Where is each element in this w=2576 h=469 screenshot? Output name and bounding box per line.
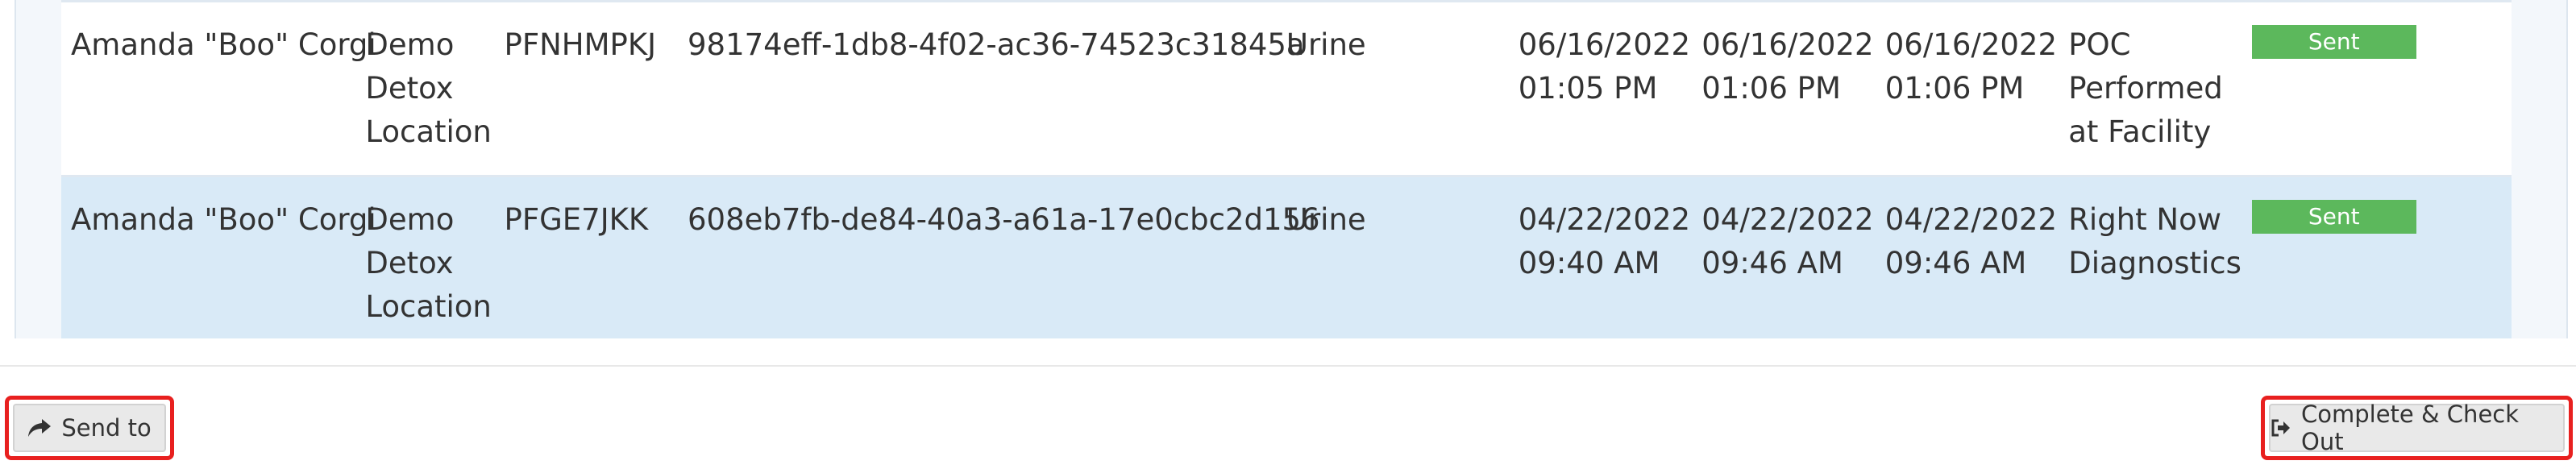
collected-date: 04/22/2022 09:40 AM xyxy=(1518,202,1691,280)
order-id: 98174eff-1db8-4f02-ac36-74523c31845a xyxy=(688,27,1305,62)
order-code: PFGE7JKK xyxy=(504,202,649,237)
specimen-type: Urine xyxy=(1286,202,1366,237)
send-to-highlight: Send to xyxy=(5,396,174,460)
status-cell: Sent xyxy=(2242,176,2512,339)
complete-checkout-label: Complete & Check Out xyxy=(2301,401,2520,455)
table-row[interactable]: Amanda "Boo" Corgi Demo Detox Location PFN… xyxy=(61,1,2512,176)
location-cell: Demo Detox Location xyxy=(365,202,492,324)
sent-date: 06/16/2022 01:06 PM xyxy=(1884,27,2057,106)
status-badge: Sent xyxy=(2251,25,2416,59)
send-to-button[interactable]: Send to xyxy=(13,404,166,452)
sent-date: 04/22/2022 09:46 AM xyxy=(1884,202,2057,280)
patient-name: Amanda "Boo" Corgi xyxy=(71,202,376,237)
status-cell: Sent xyxy=(2242,2,2512,176)
sign-out-icon xyxy=(2271,418,2291,438)
send-to-label: Send to xyxy=(61,414,152,442)
order-id: 608eb7fb-de84-40a3-a61a-17e0cbc2d156 xyxy=(688,202,1320,237)
lab-name: POC Performed at Facility xyxy=(2068,27,2223,149)
complete-checkout-highlight: Complete & Check Out xyxy=(2261,396,2573,460)
results-table: Amanda "Boo" Corgi Demo Detox Location PFN… xyxy=(61,0,2512,338)
results-panel: Amanda "Boo" Corgi Demo Detox Location PFN… xyxy=(15,0,2568,338)
collected-date: 06/16/2022 01:05 PM xyxy=(1518,27,1691,106)
created-date: 04/22/2022 09:46 AM xyxy=(1701,202,1874,280)
complete-checkout-button[interactable]: Complete & Check Out xyxy=(2269,401,2565,455)
location-cell: Demo Detox Location xyxy=(365,27,492,149)
patient-name: Amanda "Boo" Corgi xyxy=(71,27,376,62)
share-arrow-icon xyxy=(27,417,52,438)
lab-name: Right Now Diagnostics xyxy=(2068,202,2242,280)
specimen-type: Urine xyxy=(1286,27,1366,62)
status-badge: Sent xyxy=(2251,200,2416,234)
created-date: 06/16/2022 01:06 PM xyxy=(1701,27,1874,106)
footer-divider xyxy=(0,365,2576,367)
order-code: PFNHMPKJ xyxy=(504,27,657,62)
table-row[interactable]: Amanda "Boo" Corgi Demo Detox Location PFG… xyxy=(61,176,2512,339)
